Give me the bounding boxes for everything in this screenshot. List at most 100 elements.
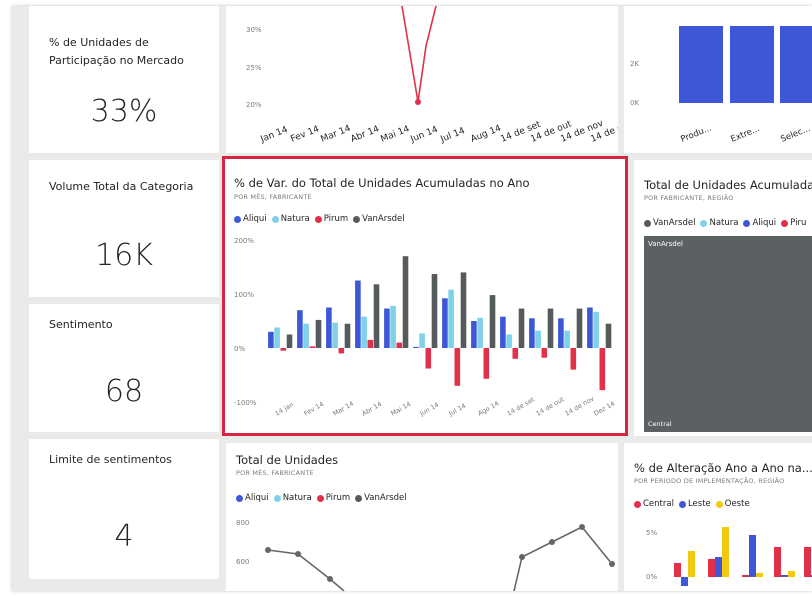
main-chart-bar[interactable] xyxy=(442,298,448,348)
main-chart-bar[interactable] xyxy=(297,310,303,348)
main-chart-bar[interactable] xyxy=(361,316,367,348)
main-chart-bar[interactable] xyxy=(570,348,577,370)
main-chart-bar[interactable] xyxy=(512,348,519,359)
main-chart-bar[interactable] xyxy=(274,327,280,348)
main-chart-bar[interactable] xyxy=(367,339,374,348)
main-chart-bar[interactable] xyxy=(396,342,403,348)
main-chart-bar[interactable] xyxy=(564,330,570,348)
tile-top-bar-chart[interactable]: 2K 0K Produ... Extre... Selec... xyxy=(624,6,812,153)
main-chart-bar[interactable] xyxy=(344,323,351,348)
main-chart-xtick: Mai 14 xyxy=(390,400,413,418)
main-chart-bar[interactable] xyxy=(402,256,409,348)
top-bar-xtick: Selec... xyxy=(779,124,811,145)
main-chart-bar[interactable] xyxy=(535,330,541,348)
legend-item-natura[interactable]: Natura xyxy=(700,218,738,228)
main-chart-bar[interactable] xyxy=(483,348,490,379)
bottom-bar xyxy=(688,551,695,577)
card-sentiment-limit[interactable]: Limite de sentimentos 4 xyxy=(29,439,219,579)
main-chart-bar[interactable] xyxy=(332,322,338,348)
bottom-line-ytick: 800 xyxy=(236,519,249,527)
legend-item-vanarsdel[interactable]: VanArsdel xyxy=(644,218,695,228)
card-market-share-title: % de Unidades de Participação no Mercado xyxy=(49,36,184,67)
legend-item-natura[interactable]: Natura xyxy=(271,214,310,224)
top-bar-xticks: Produ... Extre... Selec... xyxy=(679,123,811,144)
main-chart-bar[interactable] xyxy=(500,316,506,348)
main-chart-bar[interactable] xyxy=(413,346,419,348)
dashboard-canvas: % de Unidades de Participação no Mercado… xyxy=(12,6,812,591)
main-chart-ytick: 200% xyxy=(234,237,254,245)
bottom-line-svg: 800 600 xyxy=(236,519,615,591)
bottom-bar xyxy=(742,575,749,577)
main-chart-bar[interactable] xyxy=(599,348,606,391)
tile-bottom-line-chart[interactable]: Total de Unidades POR MÊS, FABRICANTE Al… xyxy=(226,443,618,591)
main-chart-bar[interactable] xyxy=(593,311,599,348)
tile-main-chart[interactable]: % de Var. do Total de Unidades Acumulada… xyxy=(222,156,628,436)
tile-bottom-bar-chart[interactable]: % de Alteração Ano a Ano na... POR PERÍO… xyxy=(624,443,812,591)
main-chart-bar[interactable] xyxy=(303,323,309,348)
bottom-bar xyxy=(804,547,811,577)
legend-item-pirum[interactable]: Pirum xyxy=(314,214,348,224)
card-market-share[interactable]: % de Unidades de Participação no Mercado… xyxy=(29,6,219,153)
tile-treemap[interactable]: Total de Unidades Acumuladas... POR FABR… xyxy=(634,160,812,436)
bottom-bar xyxy=(756,573,763,577)
legend-item-aliqui[interactable]: Aliqui xyxy=(234,214,267,224)
legend-label: Piru xyxy=(790,218,807,228)
main-chart-bar[interactable] xyxy=(529,318,535,348)
main-chart-bar[interactable] xyxy=(576,308,583,348)
bottom-bar xyxy=(708,559,715,577)
main-chart-bar[interactable] xyxy=(373,284,380,348)
card-sentiment-title: Sentimento xyxy=(49,318,113,331)
legend-label: Natura xyxy=(709,218,739,228)
top-line-xtick: Mai 14 xyxy=(379,124,411,145)
main-chart-bar[interactable] xyxy=(506,334,512,349)
main-chart-bar[interactable] xyxy=(384,308,390,348)
legend-dot xyxy=(314,215,322,223)
main-chart-bar[interactable] xyxy=(425,348,432,369)
legend-label: VanArsdel xyxy=(362,214,405,224)
legend-item-piru[interactable]: Piru xyxy=(781,218,806,228)
main-chart-bar[interactable] xyxy=(605,323,612,348)
main-chart-xtick: 14 jan xyxy=(274,401,296,418)
main-chart-bar[interactable] xyxy=(338,348,345,354)
treemap-legend: VanArsdel Natura Aliqui Piru xyxy=(644,218,806,228)
main-chart-bar[interactable] xyxy=(268,331,274,348)
card-sentiment[interactable]: Sentimento 68 xyxy=(29,304,219,432)
bottom-bar-ytick: 0% xyxy=(646,573,657,581)
legend-dot xyxy=(234,215,241,223)
main-chart-bar[interactable] xyxy=(431,274,438,348)
legend-dot xyxy=(644,219,651,227)
main-chart-bar[interactable] xyxy=(309,346,316,348)
main-chart-bar[interactable] xyxy=(286,334,293,349)
tile-top-line-chart[interactable]: 30% 25% 20% Jan 14 Fev 14 Mar 14 Abr 14 Mai … xyxy=(226,6,618,153)
main-chart-bar[interactable] xyxy=(390,305,396,348)
main-chart-bar[interactable] xyxy=(448,289,454,348)
main-chart-ytick: 100% xyxy=(234,291,254,299)
main-chart-bar[interactable] xyxy=(558,318,564,348)
main-chart-bar[interactable] xyxy=(477,317,483,348)
treemap-block-vanarsdel[interactable]: VanArsdel Central xyxy=(644,236,812,432)
main-chart-bar[interactable] xyxy=(518,308,525,348)
legend-label: Aliqui xyxy=(752,218,777,228)
main-chart-xtick: Mar 14 xyxy=(332,399,356,417)
main-chart-bar[interactable] xyxy=(460,272,467,348)
main-chart-bar[interactable] xyxy=(355,280,361,349)
main-chart-xtick: 14 de out xyxy=(535,395,566,418)
treemap-subtitle: POR FABRICANTE, REGIÃO xyxy=(644,194,734,202)
bottom-line-point xyxy=(579,524,585,530)
main-chart-bar[interactable] xyxy=(471,321,477,348)
main-chart-bar[interactable] xyxy=(315,319,322,348)
top-bar-chart-svg: 2K 0K Produ... Extre... Selec... xyxy=(630,26,812,145)
main-chart-bar[interactable] xyxy=(587,307,593,349)
main-chart-bar[interactable] xyxy=(454,348,461,386)
legend-item-vanarsdel[interactable]: VanArsdel xyxy=(353,214,405,224)
main-chart-bar[interactable] xyxy=(419,333,425,348)
bottom-bar xyxy=(774,547,781,577)
main-chart-bar[interactable] xyxy=(489,295,496,348)
card-category-volume[interactable]: Volume Total da Categoria 16K xyxy=(29,160,219,297)
main-chart-bar[interactable] xyxy=(280,348,287,351)
main-chart-bar[interactable] xyxy=(541,348,548,358)
bottom-bar-ytick: 5% xyxy=(646,529,657,537)
main-chart-bar[interactable] xyxy=(547,308,554,348)
legend-item-aliqui[interactable]: Aliqui xyxy=(743,218,776,228)
main-chart-bar[interactable] xyxy=(326,307,332,349)
